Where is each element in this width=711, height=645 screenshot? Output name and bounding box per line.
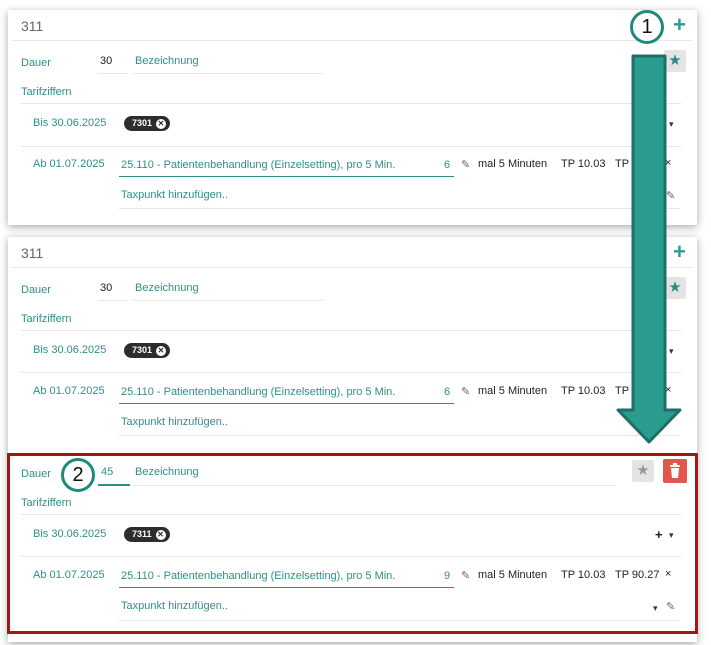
period-label-ab: Ab 01.07.2025 [33,158,105,170]
divider [12,267,692,268]
period-label-ab: Ab 01.07.2025 [33,569,105,581]
item-underline [119,403,454,404]
tag-text: 7301 [132,345,153,355]
dauer-underline [98,300,128,301]
trash-icon [670,463,680,478]
delete-button[interactable] [663,459,687,483]
bezeichnung-underline [133,485,616,486]
dauer-label: Dauer [21,57,51,69]
tag-text: 7301 [132,118,153,128]
pencil-icon[interactable]: ✎ [461,569,470,582]
count-value[interactable]: 6 [444,159,450,171]
period-label-bis: Bis 30.06.2025 [33,117,107,129]
divider [12,40,692,41]
divider [21,372,681,373]
multiplier-text: mal 5 Minuten [478,569,548,581]
chevron-down-icon[interactable]: ▾ [669,530,674,541]
divider [119,208,679,209]
tp-rate: TP 10.03 [561,158,606,170]
new-entry-highlight [7,453,698,634]
dauer-label: Dauer [21,468,51,480]
bezeichnung-underline [133,73,323,74]
tarif-item-text[interactable]: 25.110 - Patientenbehandlung (Einzelsett… [121,570,395,582]
divider [21,514,681,515]
tarif-item-text[interactable]: 25.110 - Patientenbehandlung (Einzelsett… [121,386,395,398]
divider [21,103,681,104]
remove-tag-icon[interactable]: ✕ [155,529,166,540]
add-taxpunkt-input[interactable]: Taxpunkt hinzufügen.. [121,416,228,428]
divider [21,556,681,557]
remove-tag-icon[interactable]: ✕ [156,345,167,356]
bezeichnung-input[interactable]: Bezeichnung [135,282,199,294]
tarif-item-text[interactable]: 25.110 - Patientenbehandlung (Einzelsett… [121,159,395,171]
tag-text: 7311 [132,529,152,539]
period-label-bis: Bis 30.06.2025 [33,528,107,540]
period-label-bis: Bis 30.06.2025 [33,344,107,356]
bezeichnung-underline [133,300,323,301]
dauer-underline [98,73,128,74]
dauer-input[interactable]: 45 [101,466,113,478]
item-underline [119,587,454,588]
divider [21,146,681,147]
panel-title: 311 [21,245,44,261]
multiplier-text: mal 5 Minuten [478,385,548,397]
add-tag-button[interactable]: + [655,527,663,542]
remove-tag-icon[interactable]: ✕ [156,118,167,129]
dauer-input[interactable]: 30 [100,282,112,294]
tp-total: TP 90.27 [615,569,660,581]
count-value[interactable]: 6 [444,386,450,398]
divider [119,620,679,621]
tp-rate: TP 10.03 [561,385,606,397]
bezeichnung-input[interactable]: Bezeichnung [135,466,199,478]
period-label-ab: Ab 01.07.2025 [33,385,105,397]
add-icon[interactable]: + [673,14,686,36]
divider [119,435,679,436]
divider [21,330,681,331]
tarif-tag[interactable]: 7301 ✕ [124,343,171,358]
item-underline [119,176,454,177]
add-taxpunkt-input[interactable]: Taxpunkt hinzufügen.. [121,189,228,201]
count-value[interactable]: 9 [444,570,450,582]
step-marker-2: 2 [61,458,95,492]
pencil-icon[interactable]: ✎ [461,158,470,171]
step-marker-1: 1 [630,10,664,44]
pencil-icon[interactable]: ✎ [461,385,470,398]
tarif-tag[interactable]: 7301 ✕ [124,116,171,131]
dauer-input[interactable]: 30 [100,55,112,67]
tarif-tag[interactable]: 7311 ✕ [124,527,170,542]
arrow-down-icon [616,54,682,444]
dauer-label: Dauer [21,284,51,296]
pencil-icon[interactable]: ✎ [666,600,675,613]
close-icon[interactable]: × [665,568,671,580]
tarifziffern-label: Tarifziffern [21,313,72,325]
add-taxpunkt-input[interactable]: Taxpunkt hinzufügen.. [121,600,228,612]
panel-title: 311 [21,18,44,34]
chevron-down-icon[interactable]: ▾ [653,603,658,614]
bezeichnung-input[interactable]: Bezeichnung [135,55,199,67]
multiplier-text: mal 5 Minuten [478,158,548,170]
tarifziffern-label: Tarifziffern [21,497,72,509]
tarifziffern-label: Tarifziffern [21,86,72,98]
dauer-underline [98,484,130,486]
tp-rate: TP 10.03 [561,569,606,581]
favorite-button[interactable]: ★ [632,460,654,482]
panel-top [8,10,697,225]
